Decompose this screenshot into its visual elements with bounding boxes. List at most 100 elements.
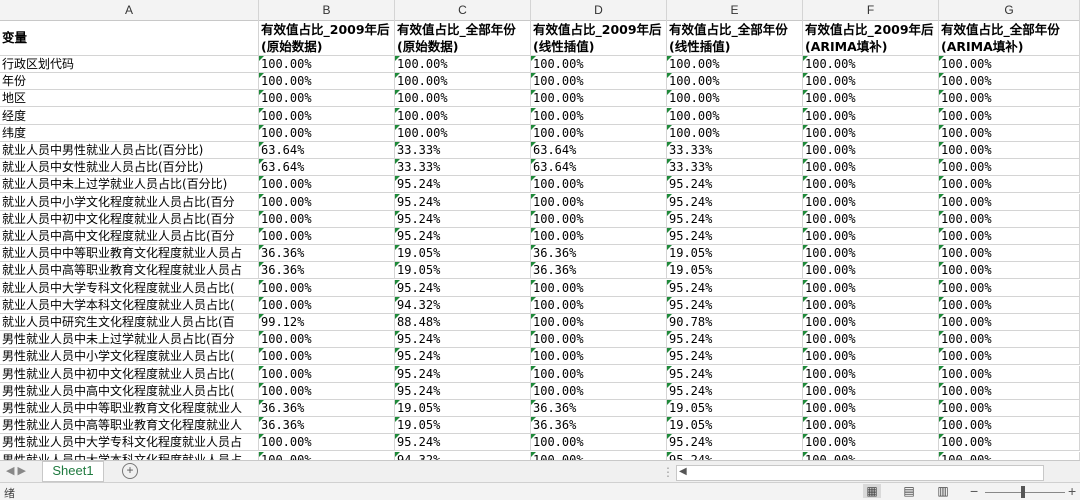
variable-name-cell[interactable]: 就业人员中高等职业教育文化程度就业人员占 (0, 262, 259, 280)
percent-cell[interactable]: 100.00% (259, 348, 395, 366)
variable-name-cell[interactable]: 就业人员中中等职业教育文化程度就业人员占 (0, 245, 259, 263)
percent-cell[interactable]: 100.00% (259, 228, 395, 245)
splitter-handle-icon[interactable]: ⋮ (662, 465, 674, 479)
percent-cell[interactable]: 100.00% (395, 56, 531, 73)
percent-cell[interactable]: 100.00% (259, 382, 395, 400)
percent-cell[interactable]: 100.00% (939, 348, 1080, 366)
percent-cell[interactable]: 100.00% (259, 56, 395, 73)
column-header-f[interactable]: F (803, 0, 939, 20)
percent-cell[interactable]: 100.00% (803, 365, 939, 383)
percent-cell[interactable]: 100.00% (939, 365, 1080, 383)
percent-cell[interactable]: 100.00% (939, 159, 1080, 177)
variable-name-cell[interactable]: 就业人员中研究生文化程度就业人员占比(百 (0, 314, 259, 331)
percent-cell[interactable]: 100.00% (803, 228, 939, 245)
variable-name-cell[interactable]: 男性就业人员中小学文化程度就业人员占比( (0, 348, 259, 366)
percent-cell[interactable]: 100.00% (395, 73, 531, 91)
percent-cell[interactable]: 100.00% (667, 107, 803, 125)
percent-cell[interactable]: 19.05% (667, 245, 803, 263)
percent-cell[interactable]: 100.00% (803, 262, 939, 280)
percent-cell[interactable]: 100.00% (531, 210, 667, 228)
percent-cell[interactable]: 63.64% (259, 142, 395, 159)
percent-cell[interactable]: 100.00% (803, 279, 939, 297)
variable-name-cell[interactable]: 男性就业人员中未上过学就业人员占比(百分 (0, 331, 259, 349)
percent-cell[interactable]: 100.00% (259, 176, 395, 194)
variable-name-cell[interactable]: 就业人员中初中文化程度就业人员占比(百分 (0, 210, 259, 228)
percent-cell[interactable]: 100.00% (939, 314, 1080, 331)
percent-cell[interactable]: 100.00% (939, 331, 1080, 349)
percent-cell[interactable]: 100.00% (667, 56, 803, 73)
percent-cell[interactable]: 100.00% (259, 90, 395, 108)
percent-cell[interactable]: 100.00% (803, 159, 939, 177)
percent-cell[interactable]: 100.00% (803, 73, 939, 91)
percent-cell[interactable]: 100.00% (803, 210, 939, 228)
percent-cell[interactable]: 95.24% (667, 296, 803, 314)
variable-name-cell[interactable]: 男性就业人员中中等职业教育文化程度就业人 (0, 400, 259, 417)
percent-cell[interactable]: 100.00% (531, 124, 667, 142)
column-header-g[interactable]: G (939, 0, 1080, 20)
percent-cell[interactable]: 94.32% (395, 451, 531, 460)
percent-cell[interactable]: 100.00% (259, 73, 395, 91)
percent-cell[interactable]: 100.00% (531, 382, 667, 400)
percent-cell[interactable]: 100.00% (803, 193, 939, 211)
percent-cell[interactable]: 100.00% (803, 382, 939, 400)
percent-cell[interactable]: 100.00% (939, 417, 1080, 435)
percent-cell[interactable]: 36.36% (259, 400, 395, 417)
percent-cell[interactable]: 100.00% (259, 296, 395, 314)
percent-cell[interactable]: 95.24% (395, 382, 531, 400)
percent-cell[interactable]: 100.00% (395, 107, 531, 125)
percent-cell[interactable]: 19.05% (667, 417, 803, 435)
variable-name-cell[interactable]: 男性就业人员中高等职业教育文化程度就业人 (0, 417, 259, 435)
zoom-in-icon[interactable]: + (1068, 483, 1076, 499)
percent-cell[interactable]: 100.00% (803, 314, 939, 331)
percent-cell[interactable]: 36.36% (259, 417, 395, 435)
header-cell[interactable]: 有效值占比_2009年后(线性插值) (531, 20, 667, 56)
percent-cell[interactable]: 33.33% (395, 142, 531, 159)
percent-cell[interactable]: 100.00% (939, 434, 1080, 452)
percent-cell[interactable]: 95.24% (395, 279, 531, 297)
variable-name-cell[interactable]: 行政区划代码 (0, 56, 259, 73)
percent-cell[interactable]: 100.00% (531, 451, 667, 460)
percent-cell[interactable]: 100.00% (939, 400, 1080, 417)
percent-cell[interactable]: 100.00% (803, 331, 939, 349)
percent-cell[interactable]: 19.05% (395, 245, 531, 263)
percent-cell[interactable]: 100.00% (939, 262, 1080, 280)
percent-cell[interactable]: 100.00% (803, 176, 939, 194)
percent-cell[interactable]: 95.24% (395, 331, 531, 349)
variable-name-cell[interactable]: 就业人员中未上过学就业人员占比(百分比) (0, 176, 259, 194)
header-cell[interactable]: 有效值占比_全部年份(原始数据) (395, 20, 531, 56)
percent-cell[interactable]: 36.36% (531, 417, 667, 435)
percent-cell[interactable]: 95.24% (667, 279, 803, 297)
variable-name-cell[interactable]: 就业人员中高中文化程度就业人员占比(百分 (0, 228, 259, 245)
percent-cell[interactable]: 100.00% (259, 107, 395, 125)
percent-cell[interactable]: 100.00% (939, 451, 1080, 460)
header-cell[interactable]: 有效值占比_2009年后(原始数据) (259, 20, 395, 56)
percent-cell[interactable]: 100.00% (939, 124, 1080, 142)
percent-cell[interactable]: 63.64% (531, 159, 667, 177)
percent-cell[interactable]: 95.24% (667, 382, 803, 400)
column-header-c[interactable]: C (395, 0, 531, 20)
scroll-left-icon[interactable]: ◀ (679, 466, 687, 477)
percent-cell[interactable]: 100.00% (531, 296, 667, 314)
percent-cell[interactable]: 100.00% (531, 107, 667, 125)
percent-cell[interactable]: 100.00% (531, 228, 667, 245)
percent-cell[interactable]: 100.00% (531, 331, 667, 349)
column-header-a[interactable]: A (0, 0, 259, 20)
percent-cell[interactable]: 95.24% (395, 434, 531, 452)
percent-cell[interactable]: 36.36% (259, 262, 395, 280)
percent-cell[interactable]: 100.00% (531, 279, 667, 297)
percent-cell[interactable]: 19.05% (395, 417, 531, 435)
percent-cell[interactable]: 100.00% (803, 245, 939, 263)
header-cell[interactable]: 有效值占比_全部年份(线性插值) (667, 20, 803, 56)
normal-view-icon[interactable]: ▦ (863, 484, 881, 498)
variable-name-cell[interactable]: 就业人员中大学专科文化程度就业人员占比( (0, 279, 259, 297)
percent-cell[interactable]: 100.00% (939, 245, 1080, 263)
percent-cell[interactable]: 100.00% (939, 228, 1080, 245)
variable-name-cell[interactable]: 男性就业人员中大学本科文化程度就业人员占 (0, 451, 259, 460)
page-layout-view-icon[interactable]: ▤ (900, 484, 918, 498)
percent-cell[interactable]: 19.05% (395, 400, 531, 417)
variable-name-cell[interactable]: 就业人员中小学文化程度就业人员占比(百分 (0, 193, 259, 211)
percent-cell[interactable]: 100.00% (667, 73, 803, 91)
percent-cell[interactable]: 100.00% (803, 56, 939, 73)
percent-cell[interactable]: 100.00% (259, 434, 395, 452)
percent-cell[interactable]: 100.00% (803, 451, 939, 460)
